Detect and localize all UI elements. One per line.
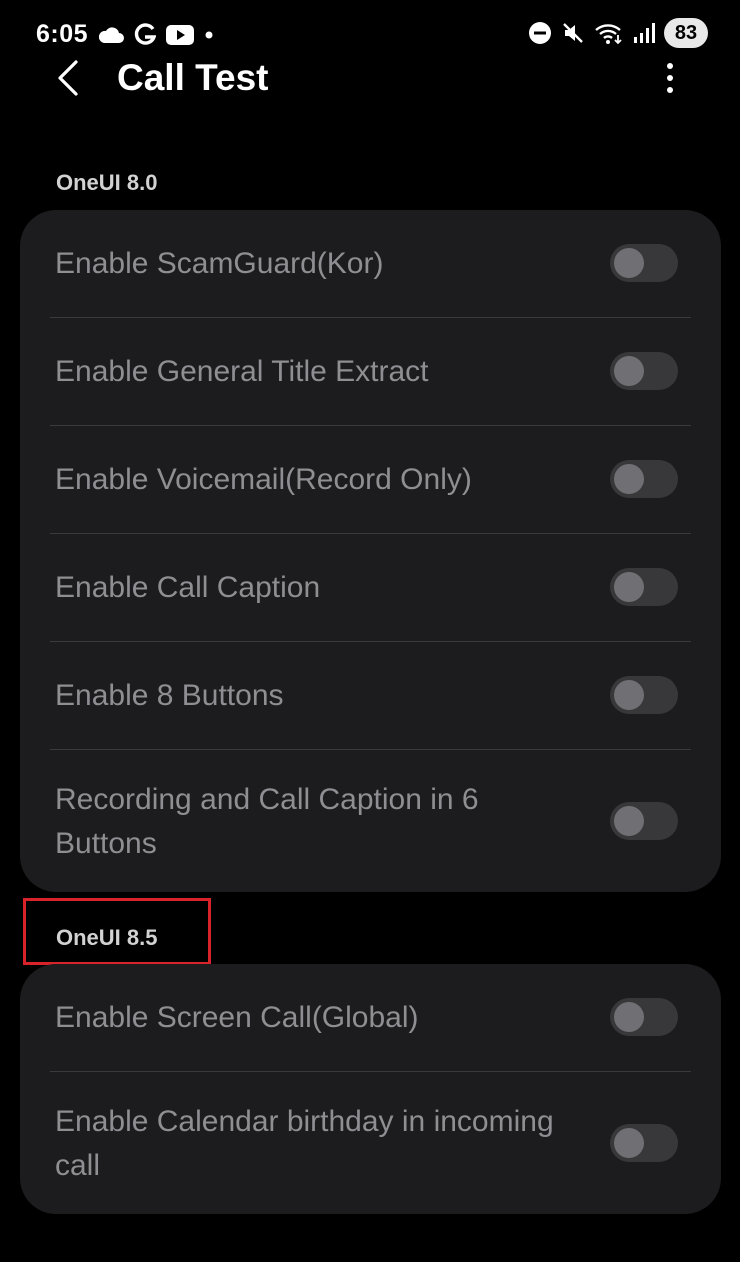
setting-label: Enable 8 Buttons: [55, 679, 284, 712]
setting-row-calendar-birthday[interactable]: Enable Calendar birthday in incoming cal…: [20, 1072, 721, 1214]
setting-row-call-caption[interactable]: Enable Call Caption: [20, 534, 721, 642]
toggle-general-title-extract[interactable]: [610, 352, 678, 390]
setting-row-8-buttons[interactable]: Enable 8 Buttons: [20, 642, 721, 750]
toggle-recording-caption-6-buttons[interactable]: [610, 802, 678, 840]
setting-row-recording-caption-6-buttons[interactable]: Recording and Call Caption in 6 Buttons: [20, 750, 721, 892]
setting-row-screen-call-global[interactable]: Enable Screen Call(Global): [20, 964, 721, 1072]
more-vert-icon: [666, 62, 674, 94]
toggle-calendar-birthday[interactable]: [610, 1124, 678, 1162]
setting-label: Enable Call Caption: [55, 571, 321, 604]
cloud-icon: [98, 26, 125, 44]
signal-icon: [633, 22, 655, 44]
toggle-knob: [614, 1002, 644, 1032]
do-not-disturb-icon: [528, 21, 552, 45]
toggle-voicemail[interactable]: [610, 460, 678, 498]
toggle-knob: [614, 248, 644, 278]
status-time: 6:05: [36, 20, 89, 48]
mute-icon: [561, 21, 585, 45]
toggle-screen-call-global[interactable]: [610, 998, 678, 1036]
app-bar: Call Test: [0, 54, 740, 104]
google-g-icon: [134, 22, 157, 47]
youtube-icon: [166, 24, 195, 45]
setting-row-scamguard[interactable]: Enable ScamGuard(Kor): [20, 210, 721, 318]
status-left: 6:05: [36, 20, 214, 49]
toggle-knob: [614, 464, 644, 494]
toggle-call-caption[interactable]: [610, 568, 678, 606]
setting-label: Enable Voicemail(Record Only): [55, 463, 472, 496]
back-button[interactable]: [50, 56, 86, 100]
settings-card-oneui-8-0: Enable ScamGuard(Kor) Enable General Tit…: [20, 210, 721, 892]
dot-icon: [204, 30, 214, 40]
setting-label: Enable Screen Call(Global): [55, 1001, 419, 1034]
chevron-left-icon: [56, 58, 80, 98]
toggle-knob: [614, 356, 644, 386]
toggle-8-buttons[interactable]: [610, 676, 678, 714]
page-title: Call Test: [117, 57, 269, 98]
section-header-oneui-8-5: OneUI 8.5: [56, 925, 158, 950]
setting-row-general-title-extract[interactable]: Enable General Title Extract: [20, 318, 721, 426]
toggle-knob: [614, 680, 644, 710]
settings-card-oneui-8-5: Enable Screen Call(Global) Enable Calend…: [20, 964, 721, 1214]
wifi-icon: [594, 21, 624, 45]
status-right: 83: [528, 18, 708, 48]
setting-label: Enable ScamGuard(Kor): [55, 247, 384, 280]
toggle-scamguard[interactable]: [610, 244, 678, 282]
setting-label: Recording and Call Caption in 6 Buttons: [55, 783, 479, 860]
setting-label: Enable General Title Extract: [55, 355, 429, 388]
toggle-knob: [614, 1128, 644, 1158]
toggle-knob: [614, 806, 644, 836]
battery-indicator: 83: [664, 18, 708, 48]
toggle-knob: [614, 572, 644, 602]
setting-label: Enable Calendar birthday in incoming cal…: [55, 1105, 554, 1182]
more-options-button[interactable]: [652, 56, 688, 100]
section-header-oneui-8-0: OneUI 8.0: [56, 170, 158, 195]
setting-row-voicemail[interactable]: Enable Voicemail(Record Only): [20, 426, 721, 534]
